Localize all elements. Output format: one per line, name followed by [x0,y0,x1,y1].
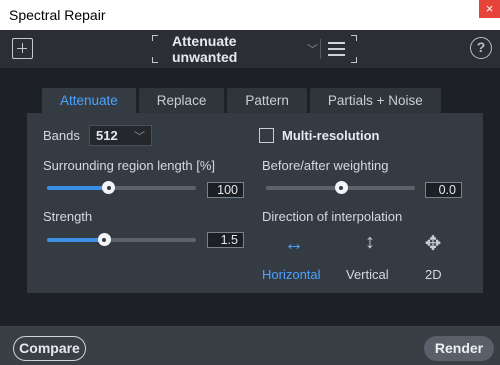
multi-resolution-label: Multi-resolution [282,128,380,143]
help-icon[interactable]: ? [470,37,492,59]
slider-thumb[interactable] [97,233,111,246]
chevron-down-icon: ﹀ [307,44,318,56]
direction-horizontal-label[interactable]: Horizontal [262,267,321,282]
preset-divider [320,39,321,59]
slider-thumb[interactable] [334,181,348,194]
compare-button[interactable]: Compare [13,336,86,361]
weighting-slider[interactable] [266,181,415,195]
close-icon[interactable]: × [479,0,500,18]
bands-label: Bands [43,128,80,143]
direction-label: Direction of interpolation [262,209,403,224]
direction-vertical-label[interactable]: Vertical [346,267,389,282]
surrounding-value[interactable]: 100 [207,182,244,198]
module-header: Attenuate unwanted ﹀ ? [0,30,500,68]
tab-replace[interactable]: Replace [138,88,225,114]
render-button[interactable]: Render [424,336,494,361]
window-title: Spectral Repair [9,7,106,23]
bands-value: 512 [96,128,118,143]
horizontal-arrows-icon[interactable]: ↔ [282,233,306,256]
mode-tabs: Attenuate Replace Pattern Partials + Noi… [42,88,444,114]
chevron-down-icon: ﹀ [134,130,145,143]
weighting-label: Before/after weighting [262,158,389,173]
surrounding-slider[interactable] [47,181,196,195]
window-titlebar: Spectral Repair × [0,0,500,30]
multi-resolution-checkbox[interactable] [259,128,274,143]
direction-2d-label[interactable]: 2D [425,267,442,282]
tab-partials-noise[interactable]: Partials + Noise [309,88,441,114]
vertical-arrows-icon[interactable]: ↕ [358,231,382,254]
tab-attenuate[interactable]: Attenuate [42,88,136,114]
bands-dropdown[interactable]: 512 ﹀ [89,125,152,146]
preset-dropdown[interactable]: Attenuate unwanted ﹀ [160,33,318,65]
preset-label: Attenuate unwanted [172,33,238,65]
slider-thumb[interactable] [102,181,116,194]
preset-selector: Attenuate unwanted ﹀ [152,33,357,65]
weighting-value[interactable]: 0.0 [425,182,462,198]
add-module-icon[interactable] [12,38,33,59]
strength-slider[interactable] [47,233,196,247]
strength-label: Strength [43,209,93,224]
surrounding-label: Surrounding region length [%] [43,158,216,173]
strength-value[interactable]: 1.5 [207,232,244,248]
tab-pattern[interactable]: Pattern [227,88,307,114]
four-way-arrows-icon[interactable]: ✥ [421,231,445,256]
hamburger-menu-icon[interactable] [328,42,345,56]
